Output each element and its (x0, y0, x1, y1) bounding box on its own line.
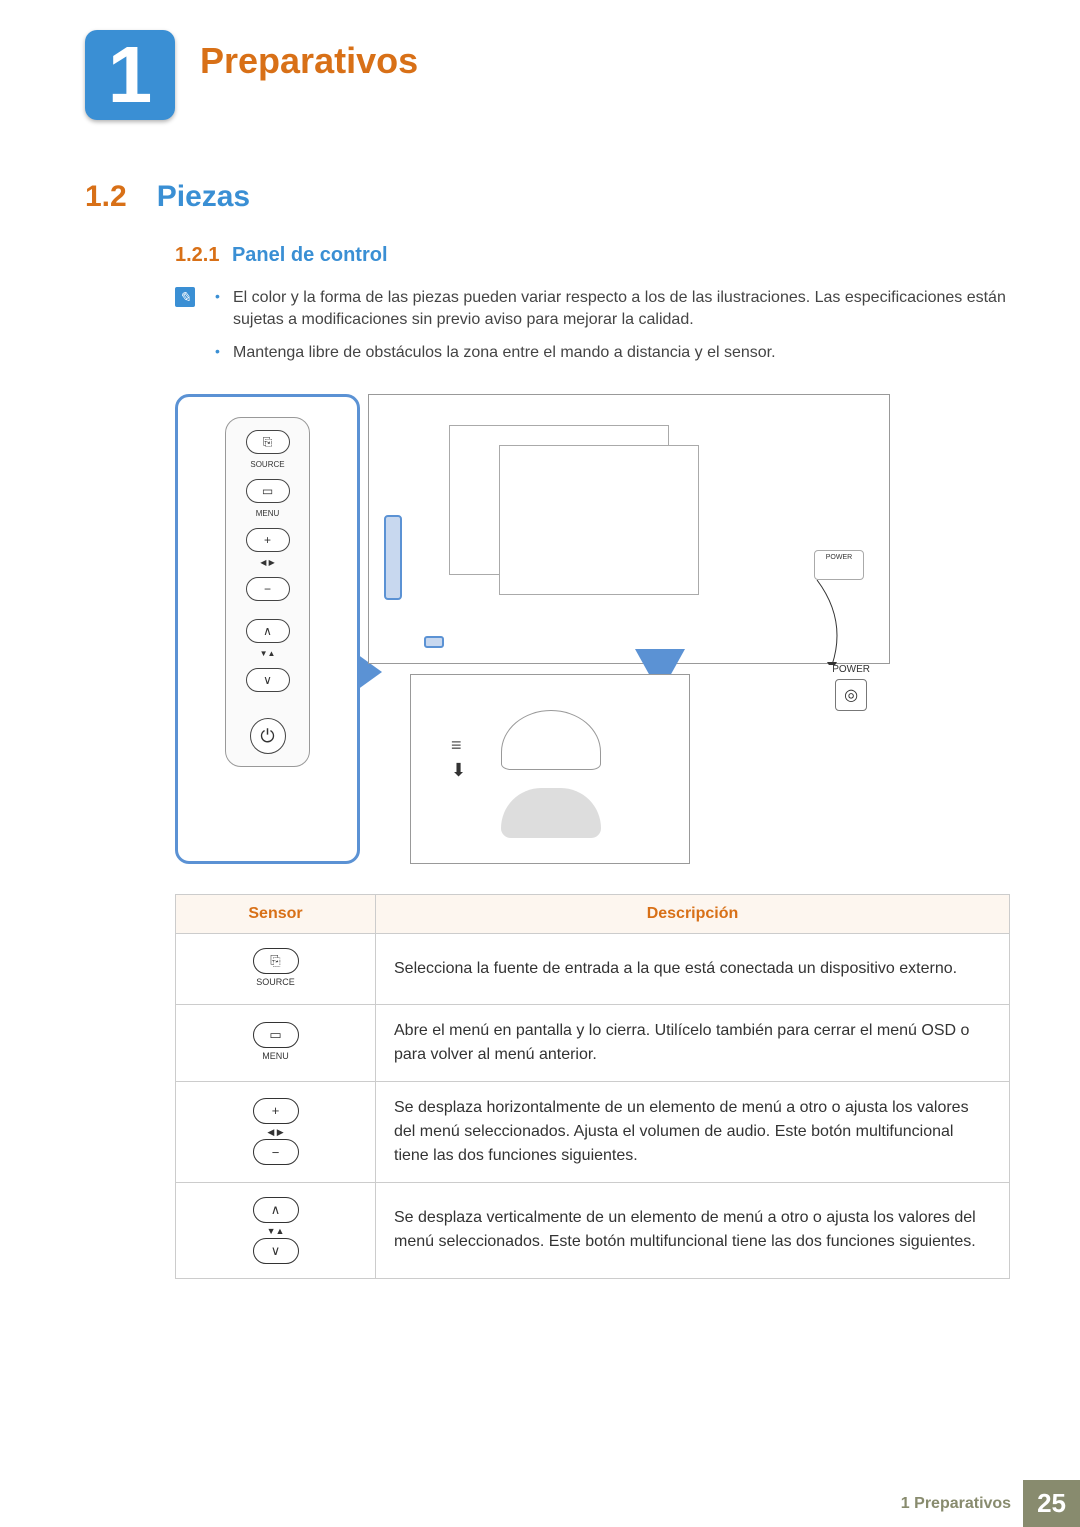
table-row: ∧ ▼▲ ∨ Se desplaza verticalmente de un e… (176, 1182, 1010, 1279)
power-jack-icon: ◎ (835, 679, 867, 711)
power-button-icon: ⏻ (250, 718, 286, 754)
source-description: Selecciona la fuente de entrada a la que… (376, 934, 1010, 1005)
sensor-location-marker (424, 636, 444, 648)
power-port-marker: POWER (814, 550, 864, 580)
updown-label: ▼▲ (260, 649, 276, 658)
plus-button-icon: + (253, 1098, 299, 1124)
section-number: 1.2 (85, 180, 127, 214)
subsection-heading: 1.2.1 Panel de control (175, 244, 1010, 267)
table-row: ▭ MENU Abre el menú en pantalla y lo cie… (176, 1004, 1010, 1081)
chapter-title: Preparativos (200, 40, 418, 82)
panel-location-marker (384, 515, 402, 600)
plus-button-icon: + (246, 528, 290, 552)
minus-button-icon: − (253, 1139, 299, 1165)
source-button-icon: ⎘ (253, 948, 299, 974)
section-heading: 1.2 Piezas (85, 180, 1010, 214)
footer-page-number: 25 (1023, 1480, 1080, 1527)
note-bullet-2: Mantenga libre de obstáculos la zona ent… (215, 342, 1010, 364)
power-callout-line (797, 580, 857, 665)
source-button-label: SOURCE (194, 976, 357, 990)
up-button-icon: ∧ (246, 619, 290, 643)
table-header-sensor: Sensor (176, 895, 376, 934)
section-title: Piezas (157, 180, 250, 214)
footer-chapter-label: 1 Preparativos (901, 1495, 1023, 1513)
chapter-number-badge: 1 (85, 30, 175, 120)
power-label: POWER (832, 664, 870, 675)
menu-button-icon: ▭ (246, 479, 290, 503)
leftright-label: ◀ ▶ (194, 1126, 357, 1140)
menu-button-label: MENU (194, 1050, 357, 1064)
menu-button-icon: ▭ (253, 1022, 299, 1048)
controls-table: Sensor Descripción ⎘ SOURCE Selecciona l… (175, 894, 1010, 1279)
menu-label: MENU (256, 509, 280, 518)
subsection-number: 1.2.1 (175, 244, 219, 266)
updown-label: ▼▲ (194, 1225, 357, 1239)
minus-button-icon: − (246, 577, 290, 601)
control-panel-diagram: ⎘ SOURCE ▭ MENU + ◀ ▶ − ∧ ▼▲ ∨ ⏻ (175, 394, 1010, 864)
note-icon: ✎ (175, 287, 195, 307)
control-panel-closeup: ⎘ SOURCE ▭ MENU + ◀ ▶ − ∧ ▼▲ ∨ ⏻ (175, 394, 360, 864)
plusminus-description: Se desplaza horizontalmente de un elemen… (376, 1081, 1010, 1182)
table-header-description: Descripción (376, 895, 1010, 934)
updown-description: Se desplaza verticalmente de un elemento… (376, 1182, 1010, 1279)
menu-description: Abre el menú en pantalla y lo cierra. Ut… (376, 1004, 1010, 1081)
up-button-icon: ∧ (253, 1197, 299, 1223)
note-bullet-1: El color y la forma de las piezas pueden… (215, 287, 1010, 332)
down-button-icon: ∨ (246, 668, 290, 692)
power-connector-callout: POWER ◎ (832, 664, 870, 711)
page-footer: 1 Preparativos 25 (0, 1480, 1080, 1527)
table-row: + ◀ ▶ − Se desplaza horizontalmente de u… (176, 1081, 1010, 1182)
leftright-label: ◀ ▶ (260, 558, 275, 567)
subsection-title: Panel de control (232, 244, 388, 266)
table-row: ⎘ SOURCE Selecciona la fuente de entrada… (176, 934, 1010, 1005)
source-label: SOURCE (250, 460, 284, 469)
device-rear-view: POWER (368, 394, 890, 664)
down-button-icon: ∨ (253, 1238, 299, 1264)
note-block: ✎ El color y la forma de las piezas pued… (175, 287, 1010, 374)
sensor-closeup: ≡ ⬇ (410, 674, 690, 864)
source-button-icon: ⎘ (246, 430, 290, 454)
